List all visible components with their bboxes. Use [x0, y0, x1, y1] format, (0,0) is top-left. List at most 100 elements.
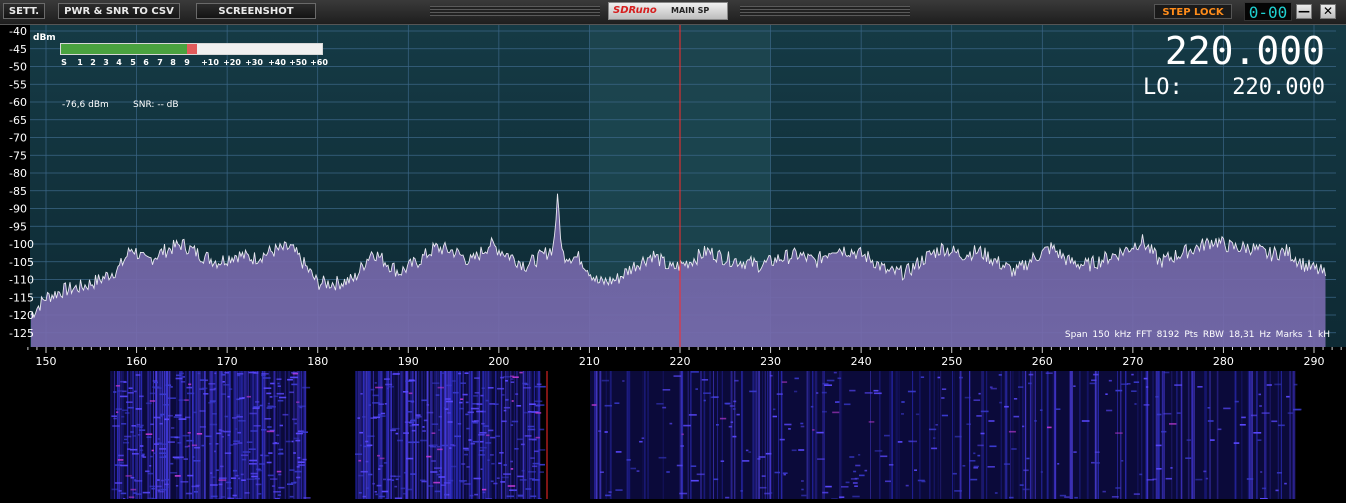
- waterfall-streak: [1235, 371, 1237, 499]
- step-lock-button[interactable]: STEP LOCK: [1154, 4, 1232, 19]
- waterfall-speck: [216, 433, 221, 435]
- waterfall-plot[interactable]: [0, 371, 1346, 499]
- waterfall-speck: [131, 425, 136, 427]
- waterfall-speck: [238, 420, 245, 422]
- waterfall-speck: [702, 379, 708, 381]
- waterfall-speck: [435, 491, 441, 493]
- waterfall-speck: [378, 414, 381, 416]
- waterfall-speck: [139, 429, 145, 431]
- title-grip-right[interactable]: [740, 6, 910, 16]
- waterfall-speck: [482, 492, 485, 494]
- waterfall-streak: [1194, 371, 1195, 499]
- waterfall-speck: [299, 407, 302, 409]
- waterfall-streak: [870, 371, 871, 499]
- waterfall-speck: [261, 373, 268, 375]
- waterfall-speck: [1115, 390, 1122, 392]
- waterfall-streak: [1054, 371, 1056, 499]
- waterfall-speck: [783, 472, 788, 474]
- waterfall-streak: [501, 371, 502, 499]
- waterfall-speck: [279, 397, 286, 399]
- spectrum-display[interactable]: -40-45-50-55-60-65-70-75-80-85-90-95-100…: [0, 25, 1346, 371]
- waterfall-speck: [1004, 406, 1009, 408]
- waterfall-speck: [446, 401, 453, 403]
- waterfall-speck: [147, 436, 152, 438]
- waterfall-speck: [1091, 462, 1095, 464]
- waterfall-speck: [1247, 478, 1253, 480]
- waterfall-speck: [1210, 439, 1215, 441]
- snr-readout: SNR: -- dB: [133, 100, 179, 110]
- waterfall-streak: [1164, 371, 1165, 499]
- tune-step-display[interactable]: 0-00: [1244, 2, 1292, 21]
- waterfall-speck: [494, 403, 499, 405]
- waterfall-speck: [152, 450, 154, 452]
- waterfall-speck: [689, 414, 697, 416]
- waterfall-speck: [921, 481, 925, 483]
- waterfall-speck: [464, 449, 469, 451]
- pwr-snr-csv-button[interactable]: PWR & SNR TO CSV: [58, 3, 180, 19]
- waterfall-speck: [931, 448, 937, 450]
- waterfall-speck: [788, 428, 791, 430]
- waterfall-streak: [822, 371, 824, 499]
- waterfall-speck: [470, 495, 474, 497]
- waterfall-streak: [912, 371, 913, 499]
- waterfall-speck: [150, 393, 155, 395]
- waterfall-streak: [762, 371, 763, 499]
- waterfall-streak: [1022, 371, 1023, 499]
- waterfall-speck: [125, 412, 130, 414]
- frequency-display[interactable]: 220.000: [1165, 31, 1325, 71]
- waterfall-speck: [377, 485, 382, 487]
- minimize-button[interactable]: —: [1296, 4, 1312, 19]
- waterfall-streak: [153, 371, 154, 499]
- waterfall-speck: [532, 466, 537, 468]
- waterfall-speck: [1187, 439, 1191, 441]
- waterfall-speck: [451, 466, 456, 468]
- y-tick-label: -65: [9, 114, 27, 127]
- waterfall-speck: [130, 431, 134, 433]
- waterfall-streak: [468, 371, 470, 499]
- waterfall-speck: [427, 412, 434, 414]
- waterfall-speck: [372, 402, 380, 404]
- lo-frequency-display[interactable]: 220.000: [1232, 75, 1325, 101]
- waterfall-speck: [995, 492, 998, 494]
- waterfall-speck: [695, 388, 698, 390]
- waterfall-speck: [118, 459, 124, 461]
- waterfall-speck: [115, 482, 122, 484]
- waterfall-speck: [160, 415, 162, 417]
- waterfall-speck: [749, 391, 756, 393]
- waterfall-speck: [200, 379, 205, 381]
- waterfall-streak: [362, 371, 363, 499]
- settings-button[interactable]: SETT.: [3, 3, 45, 19]
- waterfall-speck: [1262, 488, 1266, 490]
- waterfall-speck: [1170, 467, 1172, 469]
- waterfall-speck: [1294, 384, 1298, 386]
- waterfall-display[interactable]: [0, 371, 1346, 499]
- waterfall-speck: [966, 423, 971, 425]
- title-grip-left[interactable]: [430, 6, 600, 16]
- waterfall-speck: [512, 376, 518, 378]
- waterfall-speck: [273, 443, 280, 445]
- waterfall-speck: [387, 479, 391, 481]
- waterfall-speck: [466, 402, 469, 404]
- screenshot-button[interactable]: SCREENSHOT: [196, 3, 316, 19]
- waterfall-speck: [368, 474, 372, 476]
- waterfall-streak: [378, 371, 380, 499]
- waterfall-speck: [839, 496, 844, 498]
- waterfall-speck: [407, 489, 413, 491]
- waterfall-speck: [267, 407, 273, 409]
- waterfall-speck: [486, 435, 489, 437]
- waterfall-speck: [136, 493, 142, 495]
- y-tick-label: -125: [9, 327, 34, 340]
- waterfall-speck: [254, 425, 261, 427]
- waterfall-speck: [801, 480, 804, 482]
- waterfall-speck: [1274, 384, 1281, 386]
- waterfall-speck: [605, 431, 608, 433]
- close-button[interactable]: ✕: [1320, 4, 1336, 19]
- waterfall-speck: [268, 475, 274, 477]
- y-tick-label: -70: [9, 132, 27, 145]
- waterfall-speck: [1277, 472, 1282, 474]
- waterfall-streak: [960, 371, 962, 499]
- waterfall-speck: [528, 411, 531, 413]
- y-tick-label: -45: [9, 43, 27, 56]
- waterfall-streak: [596, 371, 598, 499]
- waterfall-speck: [438, 429, 441, 431]
